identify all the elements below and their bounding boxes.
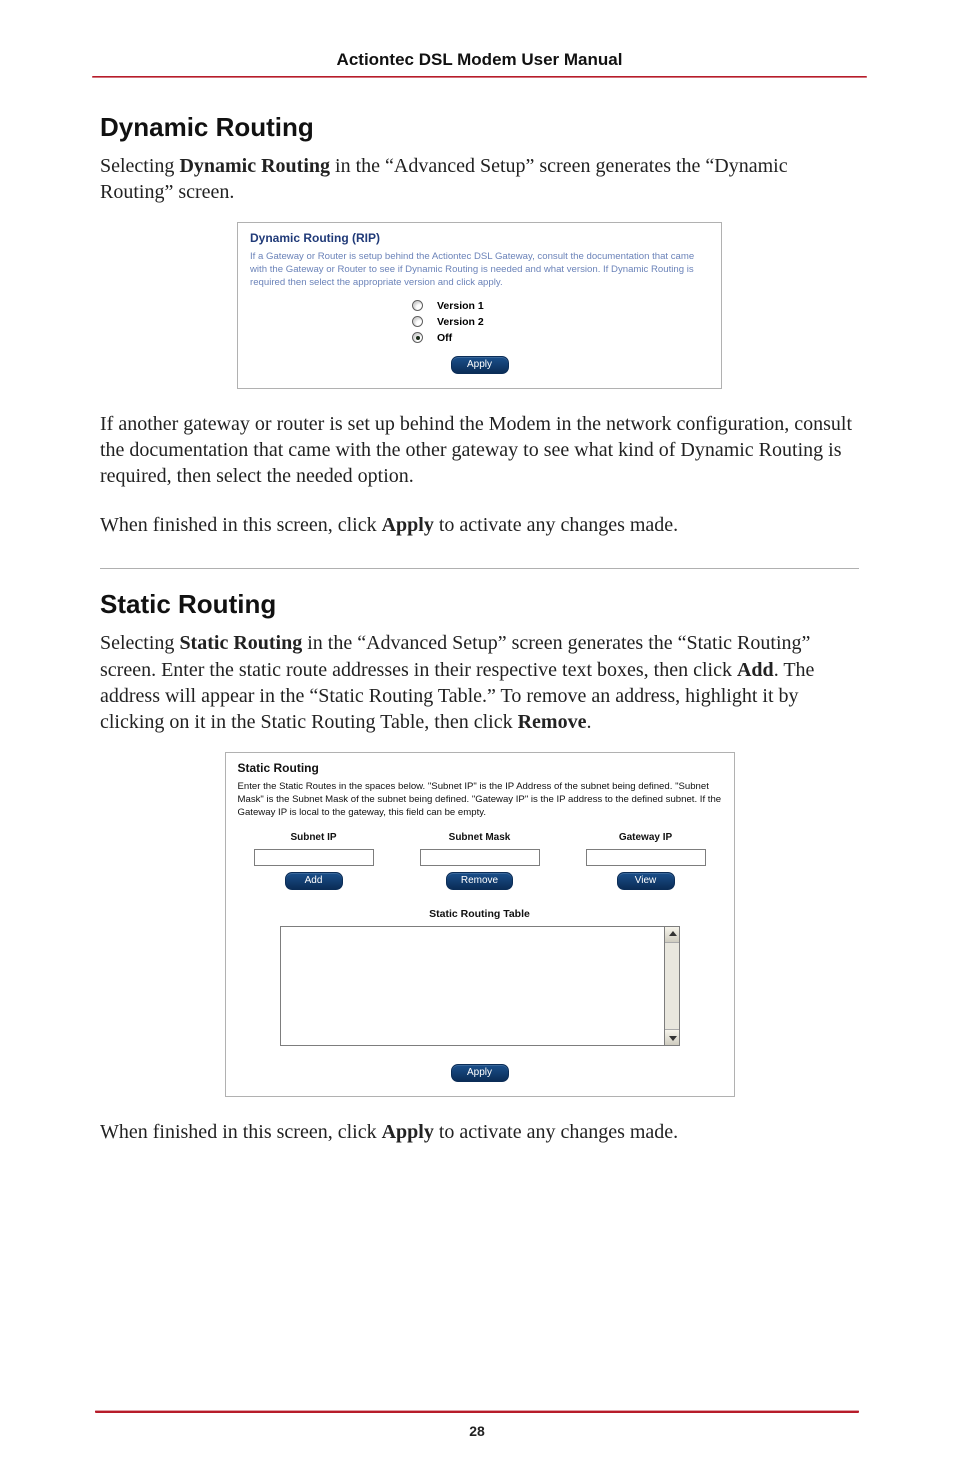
column-row: Subnet IP Add Subnet Mask Remove Gateway… [244,832,716,890]
figure-title: Dynamic Routing (RIP) [250,231,709,245]
scroll-down-icon[interactable] [665,1029,679,1045]
table-title: Static Routing Table [238,908,722,920]
paragraph-static-apply: When finished in this screen, click Appl… [100,1119,859,1145]
scroll-up-icon[interactable] [665,927,679,943]
text-fragment: . [586,711,591,733]
radio-row-off: Off [412,332,547,344]
apply-button[interactable]: Apply [451,1064,509,1082]
paragraph-dynamic-after: If another gateway or router is set up b… [100,411,859,490]
footer-rule [95,1410,859,1413]
running-header: Actiontec DSL Modem User Manual [100,50,859,76]
radio-label: Version 2 [437,316,484,328]
col-gateway-ip: Gateway IP View [576,832,716,890]
page-number: 28 [95,1423,859,1439]
col-label: Subnet Mask [449,832,511,843]
col-label: Gateway IP [619,832,672,843]
radio-label: Version 1 [437,300,484,312]
col-label: Subnet IP [290,832,336,843]
text-fragment: to activate any changes made. [434,1121,678,1143]
text-bold: Remove [518,711,587,733]
text-fragment: When finished in this screen, click [100,514,382,536]
header-rule [92,76,867,78]
footer: 28 [95,1410,859,1439]
gateway-ip-input[interactable] [586,849,706,866]
content-area: Actiontec DSL Modem User Manual Dynamic … [0,0,954,1145]
routing-table-listbox[interactable] [280,926,664,1046]
text-bold: Apply [382,514,434,536]
text-bold: Dynamic Routing [179,155,330,177]
heading-dynamic-routing: Dynamic Routing [100,112,859,143]
paragraph-dynamic-apply: When finished in this screen, click Appl… [100,512,859,538]
radio-row-version-2: Version 2 [412,316,547,328]
remove-button[interactable]: Remove [446,872,513,890]
text-bold: Add [737,659,774,681]
heading-static-routing: Static Routing [100,589,859,620]
figure-static-routing: Static Routing Enter the Static Routes i… [225,752,735,1097]
text-fragment: Selecting [100,632,179,654]
section-divider [100,568,859,569]
paragraph-dynamic-intro: Selecting Dynamic Routing in the “Advanc… [100,153,859,206]
text-bold: Apply [382,1121,434,1143]
radio-row-version-1: Version 1 [412,300,547,312]
scrollbar[interactable] [664,926,680,1046]
page: Actiontec DSL Modem User Manual Dynamic … [0,0,954,1475]
radio-version-2[interactable] [412,316,423,327]
figure-blurb: Enter the Static Routes in the spaces be… [238,781,722,820]
col-subnet-ip: Subnet IP Add [244,832,384,890]
radio-off[interactable] [412,332,423,343]
col-subnet-mask: Subnet Mask Remove [410,832,550,890]
add-button[interactable]: Add [285,872,343,890]
subnet-mask-input[interactable] [420,849,540,866]
text-fragment: Selecting [100,155,179,177]
figure-title: Static Routing [238,761,722,775]
text-bold: Static Routing [179,632,302,654]
radio-label: Off [437,332,452,344]
view-button[interactable]: View [617,872,675,890]
figure-blurb: If a Gateway or Router is setup behind t… [250,251,709,290]
paragraph-static-intro: Selecting Static Routing in the “Advance… [100,630,859,736]
button-row: Apply [250,354,709,374]
text-fragment: When finished in this screen, click [100,1121,382,1143]
button-row: Apply [238,1062,722,1082]
subnet-ip-input[interactable] [254,849,374,866]
radio-group: Version 1 Version 2 Off [412,300,547,344]
routing-table-wrap [280,926,680,1046]
apply-button[interactable]: Apply [451,356,509,374]
text-fragment: to activate any changes made. [434,514,678,536]
figure-dynamic-routing: Dynamic Routing (RIP) If a Gateway or Ro… [237,222,722,389]
radio-version-1[interactable] [412,300,423,311]
